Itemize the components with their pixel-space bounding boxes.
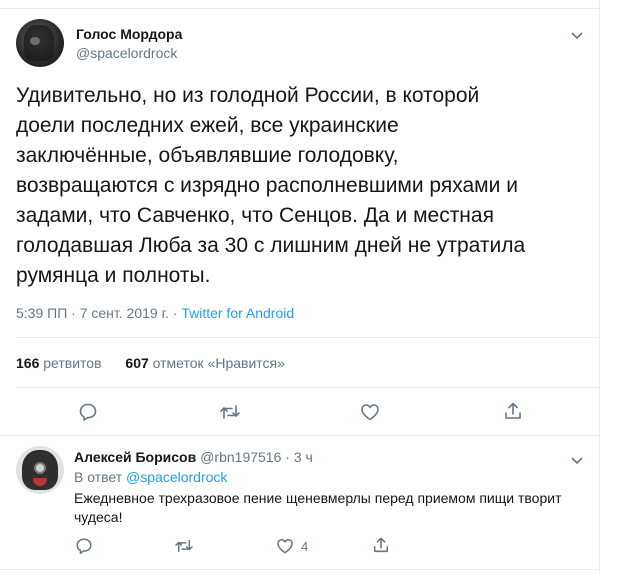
tweet-meta: 5:39 ПП · 7 сент. 2019 г. · Twitter for … — [16, 305, 294, 321]
author-avatar[interactable] — [16, 19, 64, 67]
tweet-stats: 166 ретвитов 607 отметок «Нравится» — [16, 355, 305, 371]
reply-to-label: В ответ — [74, 469, 127, 485]
retweet-icon[interactable] — [174, 538, 194, 554]
reply-like-count: 4 — [301, 539, 309, 554]
author-name[interactable]: Голос Мордора — [76, 26, 182, 42]
divider — [16, 337, 600, 338]
tweet-source-link[interactable]: Twitter for Android — [181, 305, 294, 321]
likes-count: 607 — [125, 355, 149, 371]
likes-label: отметок «Нравится» — [152, 355, 285, 371]
tweet-text: Удивительно, но из голодной России, в ко… — [16, 84, 526, 287]
tweet-panel: Голос Мордора @spacelordrock Удивительно… — [0, 0, 600, 574]
bottom-divider — [0, 569, 600, 570]
reply-text: Ежедневное трехразовое пение щеневмерлы … — [74, 490, 562, 525]
reply-header: Алексей Борисов @rbn197516 · 3 ч — [74, 449, 313, 465]
reply-icon[interactable] — [75, 537, 93, 555]
retweet-icon[interactable] — [219, 403, 241, 421]
likes-stat[interactable]: 607 отметок «Нравится» — [125, 355, 285, 371]
reply-time[interactable]: · 3 ч — [281, 449, 313, 465]
reply-to-handle[interactable]: @spacelordrock — [126, 469, 227, 485]
chevron-down-icon[interactable] — [570, 28, 584, 40]
like-icon[interactable] — [360, 403, 380, 421]
top-divider — [0, 8, 600, 9]
retweets-count: 166 — [16, 355, 40, 371]
reply-author-avatar[interactable] — [16, 446, 64, 494]
like-icon[interactable] — [276, 538, 294, 554]
share-icon[interactable] — [372, 536, 390, 554]
reply-icon[interactable] — [78, 402, 98, 422]
divider — [16, 387, 600, 388]
retweets-stat[interactable]: 166 ретвитов — [16, 355, 102, 371]
chevron-down-icon[interactable] — [570, 453, 584, 465]
reply-author-handle[interactable]: @rbn197516 — [200, 449, 281, 465]
reply-to-line: В ответ @spacelordrock — [74, 469, 227, 485]
tweet-timestamp[interactable]: 5:39 ПП · 7 сент. 2019 г. · — [16, 305, 181, 321]
share-icon[interactable] — [503, 401, 523, 421]
author-handle[interactable]: @spacelordrock — [76, 45, 177, 61]
retweets-label: ретвитов — [43, 355, 102, 371]
reply-author-name[interactable]: Алексей Борисов — [74, 449, 196, 465]
divider — [0, 435, 600, 436]
